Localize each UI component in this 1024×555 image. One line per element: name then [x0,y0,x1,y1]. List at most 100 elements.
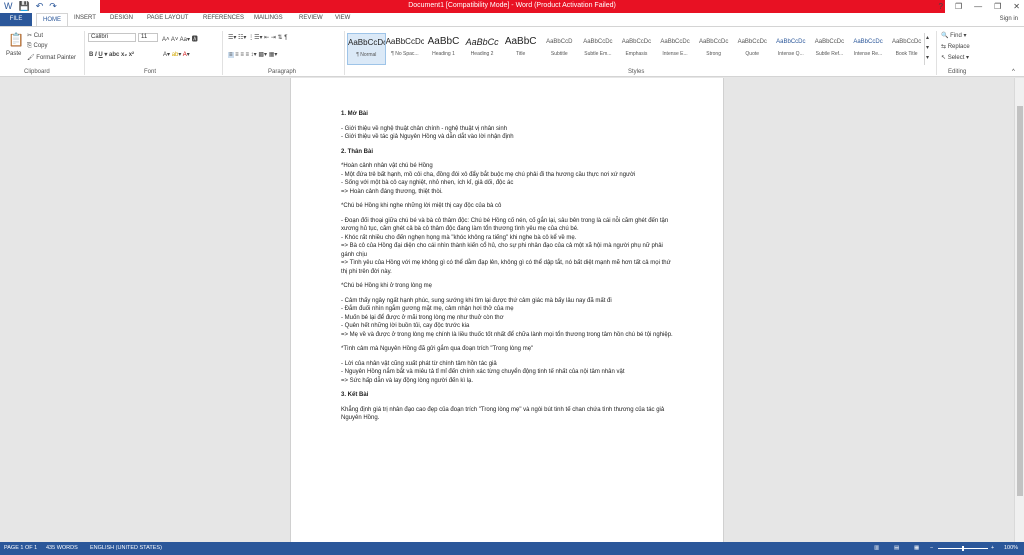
document-paragraph[interactable]: - Một đứa trẻ bất hạnh, mồ côi cha, đồng… [341,171,675,180]
tab-references[interactable]: REFERENCES [203,15,244,21]
style-item[interactable]: AaBbCcDc Emphasis [617,33,656,65]
style-name: Heading 1 [432,51,455,57]
document-paragraph[interactable]: - Nguyên Hồng nắm bắt và miêu tả tỉ mỉ đ… [341,368,675,377]
style-item[interactable]: AaBbC Heading 1 [424,33,463,65]
zoom-out-icon[interactable]: − [930,545,933,551]
document-paragraph[interactable]: - Khóc rất nhiều cho đến nghẹn họng mà "… [341,234,675,243]
brush-icon: 🖌 [27,55,35,61]
font-group-label: Font [144,69,157,75]
format-painter-label: Format Painter [36,55,76,61]
style-item[interactable]: AaBbC Title [501,33,540,65]
gallery-more-icon[interactable]: ▾ [926,54,929,61]
replace-button[interactable]: ⇆ Replace [941,43,970,50]
paste-button[interactable]: Paste [6,51,21,57]
select-button[interactable]: ↖ Select ▾ [941,54,969,61]
undo-icon[interactable]: ↶ [36,1,44,11]
zoom-in-icon[interactable]: + [991,545,994,551]
style-item[interactable]: AaBbCcDc Subtle Ref... [810,33,849,65]
tab-page-layout[interactable]: PAGE LAYOUT [147,15,188,21]
text-effects-buttons[interactable]: A▾ ab▾ A▾ [163,51,190,58]
list-indent-buttons[interactable]: ☰▾ ☷▾ ⋮☰▾ ⇤ ⇥ ⇅ ¶ [228,34,287,41]
style-item[interactable]: AaBbCcDc Subtle Em... [579,33,618,65]
close-button[interactable]: ✕ [1013,0,1020,13]
zoom-slider-thumb[interactable] [962,546,964,551]
tab-mailings[interactable]: MAILINGS [254,15,283,21]
tab-insert[interactable]: INSERT [74,15,96,21]
tab-design[interactable]: DESIGN [110,15,133,21]
document-heading[interactable]: 3. Kết Bài [341,391,675,400]
ribbon-display-button[interactable]: ❐ [955,0,962,13]
document-paragraph[interactable]: *Chú bé Hồng khi ở trong lòng mẹ [341,282,675,291]
document-paragraph[interactable]: - Đoạn đối thoại giữa chú bé và bà cô th… [341,217,675,234]
save-icon[interactable]: 💾 [19,1,30,11]
scrollbar-thumb[interactable] [1017,106,1023,496]
alignment-buttons[interactable]: ≡ ≡ ≡ ≡ ↕▾ ▩▾ ▦▾ [228,51,277,58]
sign-in-link[interactable]: Sign in [1000,16,1018,22]
document-paragraph[interactable]: => Sức hấp dẫn và lay động lòng người đế… [341,377,675,386]
document-area[interactable]: 1. Mở Bài - Giới thiệu về nghệ thuật chân… [0,78,1014,542]
style-item[interactable]: AaBbCcD Subtitle [540,33,579,65]
copy-button[interactable]: ⎘ Copy [27,43,48,50]
style-item[interactable]: AaBbCcDc Intense E... [656,33,695,65]
redo-icon[interactable]: ↷ [49,1,57,11]
gallery-up-icon[interactable]: ▴ [926,34,929,41]
paste-icon[interactable]: 📋 [8,33,24,47]
web-layout-icon[interactable]: ▦ [914,545,919,551]
document-heading[interactable]: 2. Thân Bài [341,148,675,157]
document-paragraph[interactable]: - Quên hết những lời buồn tủi, cay độc t… [341,322,675,331]
style-item[interactable]: AaBbCcDc Book Title [887,33,926,65]
font-format-buttons[interactable]: B I U ▾ abc x₂ x² [89,51,134,58]
tab-file[interactable]: FILE [0,13,32,26]
document-paragraph[interactable]: *Hoàn cảnh nhân vật chú bé Hồng [341,162,675,171]
document-paragraph[interactable]: => Tình yêu của Hồng với mẹ không gì có … [341,259,675,276]
style-item[interactable]: AaBbCcDc Quote [733,33,772,65]
style-preview: AaBbC [427,36,460,47]
document-paragraph[interactable]: - Sống với một bà cô cay nghiệt, nhỏ nhe… [341,179,675,188]
document-paragraph[interactable]: - Đắm đuối nhìn ngắm gương mặt mẹ, cảm n… [341,305,675,314]
find-button[interactable]: 🔍 Find ▾ [941,32,967,39]
document-page[interactable]: 1. Mở Bài - Giới thiệu về nghệ thuật chân… [290,78,724,542]
document-paragraph[interactable]: - Giới thiệu về nghệ thuật chân chính - … [341,125,675,134]
document-paragraph[interactable]: => Hoàn cảnh đáng thương, thiệt thòi. [341,188,675,197]
word-count[interactable]: 435 WORDS [46,545,78,551]
document-paragraph[interactable]: - Muốn bé lại để được ở mãi trong lòng m… [341,314,675,323]
style-item[interactable]: AaBbCc Heading 2 [463,33,502,65]
style-name: Intense Re... [853,51,883,57]
document-paragraph[interactable]: => Bà cô của Hồng đại diện cho cái nhìn … [341,242,675,259]
style-item[interactable]: AaBbCcDc Strong [694,33,733,65]
format-painter-button[interactable]: 🖌 Format Painter [27,54,76,61]
document-paragraph[interactable]: - Lời của nhân vật cũng xuất phát từ chí… [341,360,675,369]
page-count[interactable]: PAGE 1 OF 1 [4,545,37,551]
help-button[interactable]: ? [939,0,943,13]
find-label: Find [950,33,962,39]
font-size-box[interactable]: 11 [138,33,158,42]
font-name-box[interactable]: Calibri [88,33,136,42]
collapse-ribbon-icon[interactable]: ^ [1012,69,1015,75]
style-item[interactable]: AaBbCcDc ¶ Normal [347,33,386,65]
document-content[interactable]: 1. Mở Bài - Giới thiệu về nghệ thuật chân… [341,110,675,423]
zoom-level[interactable]: 100% [1004,545,1018,551]
tab-home[interactable]: HOME [36,13,68,27]
styles-gallery-scroll[interactable]: ▴ ▾ ▾ [924,33,932,65]
minimize-button[interactable]: — [974,0,982,13]
style-item[interactable]: AaBbCcDc Intense Q... [772,33,811,65]
document-paragraph[interactable]: Khẳng định giá trị nhân đạo cao đẹp của … [341,406,675,423]
style-item[interactable]: AaBbCcDc ¶ No Spac... [386,33,425,65]
document-paragraph[interactable]: *Chú bé Hồng khi nghe những lời miệt thị… [341,202,675,211]
print-layout-icon[interactable]: ▤ [894,545,899,551]
style-item[interactable]: AaBbCcDc Intense Re... [849,33,888,65]
vertical-scrollbar[interactable] [1014,78,1024,542]
language-indicator[interactable]: ENGLISH (UNITED STATES) [90,545,162,551]
document-paragraph[interactable]: => Mẹ về và được ở trong lòng mẹ chính l… [341,331,675,340]
document-heading[interactable]: 1. Mở Bài [341,110,675,119]
restore-button[interactable]: ❐ [994,0,1001,13]
document-paragraph[interactable]: *Tình cảm mà Nguyên Hồng đã gửi gắm qua … [341,345,675,354]
document-paragraph[interactable]: - Giới thiệu về tác giả Nguyên Hồng và d… [341,133,675,142]
gallery-down-icon[interactable]: ▾ [926,44,929,51]
tab-view[interactable]: VIEW [335,15,350,21]
document-paragraph[interactable]: - Cảm thấy ngây ngất hạnh phúc, sung sướ… [341,297,675,306]
font-size-grow-shrink[interactable]: A˄ A˅ Aa▾ 🅰 [162,34,198,43]
read-mode-icon[interactable]: ▥ [874,545,879,551]
tab-review[interactable]: REVIEW [299,15,323,21]
cut-button[interactable]: ✂ Cut [27,32,43,39]
